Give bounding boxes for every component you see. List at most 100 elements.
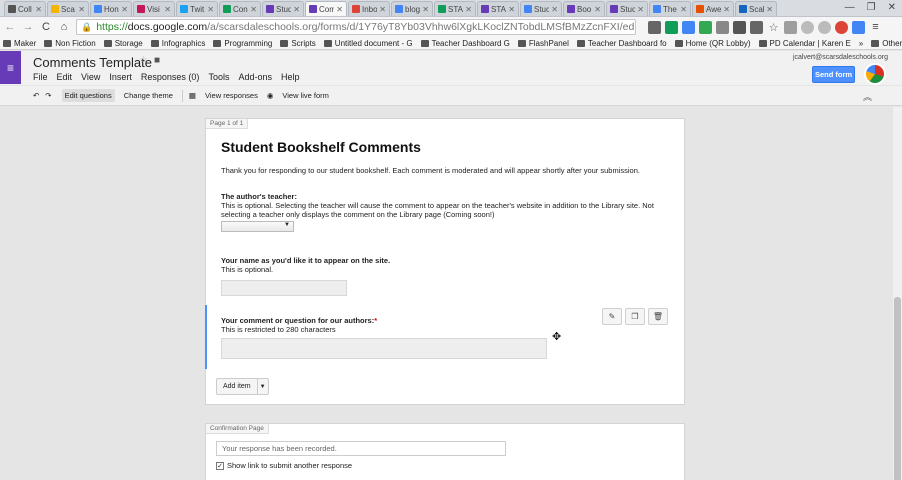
add-item-button[interactable]: Add item (216, 378, 258, 395)
show-link-option[interactable]: ✓ Show link to submit another response (216, 461, 352, 470)
question-teacher[interactable]: The author's teacher: This is optional. … (221, 192, 671, 232)
vertical-scrollbar[interactable] (893, 107, 902, 480)
menu-item[interactable]: Help (281, 72, 300, 82)
form-title[interactable]: Student Bookshelf Comments (221, 139, 421, 155)
menu-item[interactable]: Responses (0) (141, 72, 200, 82)
tab-close-icon[interactable]: ✕ (35, 5, 42, 14)
tab-close-icon[interactable]: ✕ (379, 5, 386, 14)
tab-close-icon[interactable]: ✕ (207, 5, 214, 14)
extension-icon[interactable] (699, 20, 712, 34)
account-email[interactable]: jcalvert@scarsdaleschools.org (793, 54, 888, 61)
browser-tab[interactable]: Scal ✕ (735, 1, 777, 16)
tab-close-icon[interactable]: ✕ (422, 5, 429, 14)
extension-icon[interactable] (750, 20, 763, 34)
tab-close-icon[interactable]: ✕ (508, 5, 515, 14)
menu-item[interactable]: Edit (57, 72, 73, 82)
extension-icon[interactable] (733, 20, 746, 34)
bookmark-item[interactable]: Untitled document - G (323, 39, 413, 48)
bookmark-item[interactable]: PD Calendar | Karen E (758, 39, 851, 48)
menu-item[interactable]: Insert (109, 72, 132, 82)
extension-icon[interactable] (801, 20, 814, 34)
browser-tab[interactable]: Awe ✕ (692, 1, 734, 16)
extension-icon[interactable] (818, 20, 831, 34)
tab-close-icon[interactable]: ✕ (336, 5, 343, 14)
reload-icon[interactable]: C (40, 21, 52, 33)
bookmark-item[interactable]: Maker (3, 39, 36, 48)
home-icon[interactable]: ⌂ (58, 21, 70, 33)
browser-tab[interactable]: Hon ✕ (90, 1, 132, 16)
document-title[interactable]: Comments Template (33, 55, 152, 70)
tab-close-icon[interactable]: ✕ (78, 5, 85, 14)
bookmark-item[interactable]: Teacher Dashboard G (420, 39, 510, 48)
forms-app-icon[interactable]: ≡ (0, 51, 21, 84)
minimize-icon[interactable]: — (845, 2, 855, 13)
star-icon[interactable]: ☆ (767, 21, 780, 34)
star-icon[interactable]: ☆ (139, 55, 148, 66)
browser-tab[interactable]: STA ✕ (434, 1, 476, 16)
bookmark-item[interactable]: Non Fiction (44, 39, 96, 48)
extension-icon[interactable] (852, 20, 865, 34)
change-theme-button[interactable]: Change theme (121, 89, 176, 102)
browser-tab[interactable]: Con ✕ (219, 1, 261, 16)
bookmark-item[interactable]: Scripts (280, 39, 316, 48)
bookmark-item[interactable]: FlashPanel (517, 39, 569, 48)
edit-questions-button[interactable]: Edit questions (61, 89, 115, 102)
edit-pencil-icon[interactable]: ✎ (602, 308, 622, 325)
bookmark-item[interactable]: Teacher Dashboard fo (576, 39, 667, 48)
extension-icon[interactable] (835, 20, 848, 34)
collapse-chevron-icon[interactable]: ︽ (863, 90, 872, 103)
view-live-form-button[interactable]: View live form (279, 89, 332, 102)
browser-tab[interactable]: The ✕ (649, 1, 691, 16)
tab-close-icon[interactable]: ✕ (164, 5, 171, 14)
restore-icon[interactable]: ❐ (867, 2, 876, 13)
browser-tab[interactable]: Com ✕ (305, 1, 347, 16)
tab-close-icon[interactable]: ✕ (121, 5, 128, 14)
bookmark-item[interactable]: Programming (213, 39, 272, 48)
menu-item[interactable]: Add-ons (238, 72, 272, 82)
tab-close-icon[interactable]: ✕ (637, 5, 644, 14)
browser-tab[interactable]: Coll ✕ (4, 1, 46, 16)
browser-tab[interactable]: Boo ✕ (563, 1, 605, 16)
checkbox-checked-icon[interactable]: ✓ (216, 461, 224, 470)
browser-tab[interactable]: Sca ✕ (47, 1, 89, 16)
browser-tab[interactable]: Twit ✕ (176, 1, 218, 16)
avatar[interactable] (864, 63, 886, 85)
question-name[interactable]: Your name as you'd like it to appear on … (221, 256, 671, 296)
extension-icon[interactable] (682, 20, 695, 34)
undo-icon[interactable]: ↶ (33, 91, 39, 100)
close-window-icon[interactable]: ✕ (888, 2, 896, 13)
view-responses-button[interactable]: View responses (202, 89, 261, 102)
tab-close-icon[interactable]: ✕ (551, 5, 558, 14)
bookmark-item[interactable]: Home (QR Lobby) (674, 39, 751, 48)
url-input[interactable]: 🔒 https://docs.google.com/a/scarsdalesch… (76, 19, 636, 35)
teacher-dropdown[interactable]: ▼ (221, 221, 294, 232)
browser-tab[interactable]: Inbo ✕ (348, 1, 390, 16)
menu-item[interactable]: View (81, 72, 100, 82)
folder-icon[interactable]: ■ (154, 55, 160, 66)
form-description[interactable]: Thank you for responding to our student … (221, 166, 671, 175)
extension-icon[interactable] (716, 20, 729, 34)
duplicate-icon[interactable]: ❐ (625, 308, 645, 325)
tab-close-icon[interactable]: ✕ (250, 5, 257, 14)
menu-icon[interactable]: ≡ (869, 21, 882, 34)
browser-tab[interactable]: Stuc ✕ (520, 1, 562, 16)
tab-close-icon[interactable]: ✕ (766, 5, 773, 14)
back-icon[interactable]: ← (4, 21, 16, 33)
drive-icon[interactable] (665, 20, 678, 34)
confirmation-message-input[interactable]: Your response has been recorded. (216, 441, 506, 456)
bookmark-item[interactable]: Storage (103, 39, 143, 48)
tab-close-icon[interactable]: ✕ (465, 5, 472, 14)
extension-icon[interactable] (784, 20, 797, 34)
browser-tab[interactable]: Visi ✕ (133, 1, 175, 16)
browser-tab[interactable]: Stuc ✕ (606, 1, 648, 16)
send-form-button[interactable]: Send form (812, 66, 855, 83)
browser-tab[interactable]: Stud ✕ (262, 1, 304, 16)
scrollbar-thumb[interactable] (894, 297, 901, 480)
name-text-field[interactable] (221, 280, 347, 296)
add-item-dropdown-icon[interactable]: ▼ (257, 378, 269, 395)
browser-tab[interactable]: blog ✕ (391, 1, 433, 16)
bookmark-item[interactable]: Infographics (150, 39, 205, 48)
other-bookmarks[interactable]: Other bookmarks (871, 39, 902, 48)
redo-icon[interactable]: ↷ (45, 91, 51, 100)
delete-trash-icon[interactable]: 🗑 (648, 308, 668, 325)
